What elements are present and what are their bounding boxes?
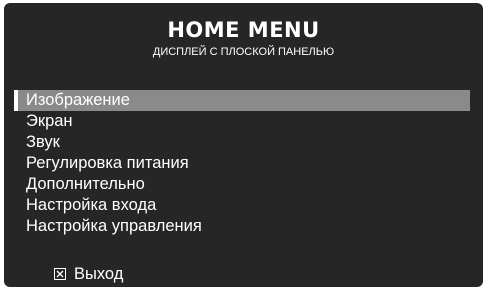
menu-item-screen[interactable]: Экран: [14, 111, 470, 132]
exit-label: Выход: [74, 264, 124, 283]
menu-item-power-control[interactable]: Регулировка питания: [14, 153, 470, 174]
exit-button[interactable]: Выход: [54, 264, 123, 284]
menu-item-control-setup[interactable]: Настройка управления: [14, 216, 470, 237]
menu-list: Изображение Экран Звук Регулировка питан…: [14, 90, 470, 237]
menu-title: HOME MENU: [167, 18, 320, 42]
menu-item-sound[interactable]: Звук: [14, 132, 470, 153]
home-menu-panel: HOME MENU ДИСПЛЕЙ С ПЛОСКОЙ ПАНЕЛЬЮ Изоб…: [4, 3, 483, 287]
menu-item-picture[interactable]: Изображение: [14, 90, 470, 111]
menu-subtitle: ДИСПЛЕЙ С ПЛОСКОЙ ПАНЕЛЬЮ: [152, 46, 335, 58]
close-box-icon: [54, 268, 66, 280]
menu-item-options[interactable]: Дополнительно: [14, 174, 470, 195]
menu-item-input-setup[interactable]: Настройка входа: [14, 195, 470, 216]
